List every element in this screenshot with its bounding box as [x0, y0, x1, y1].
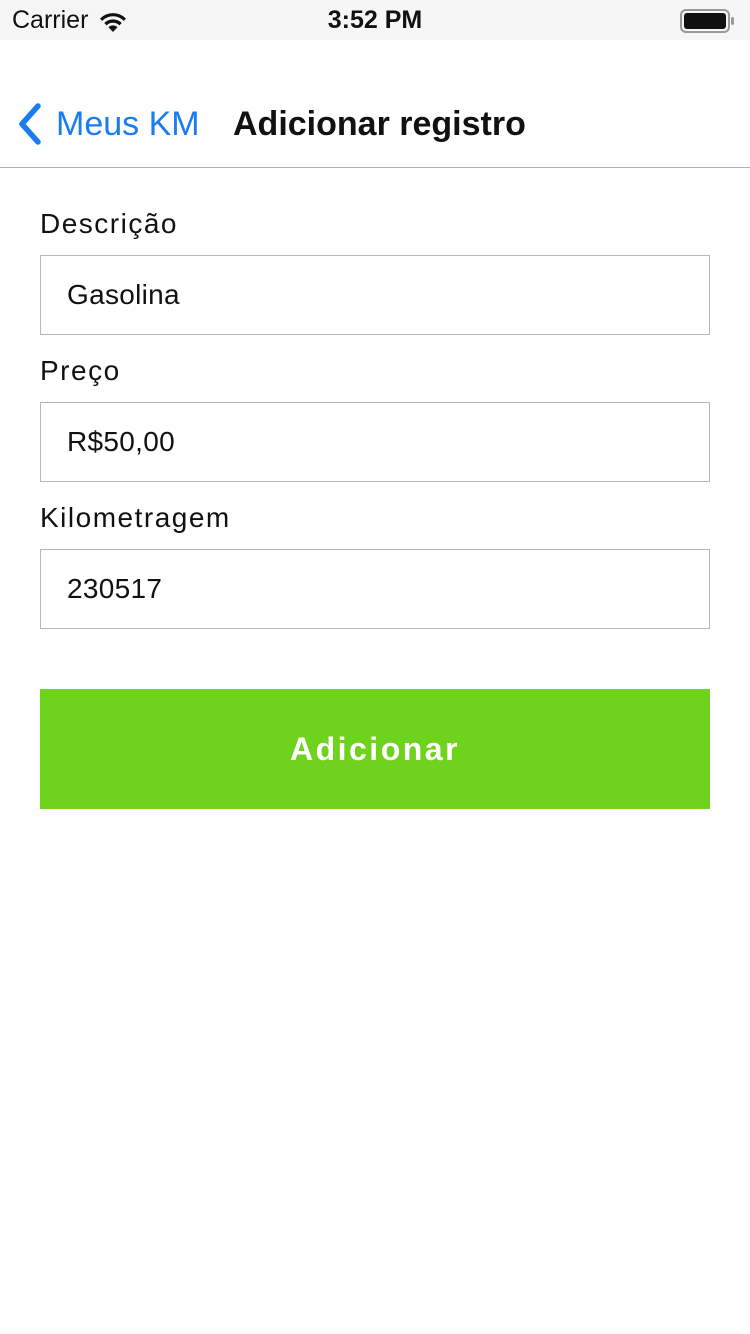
description-field[interactable]: Gasolina [40, 255, 710, 335]
chevron-left-icon [19, 103, 41, 145]
page-title: Adicionar registro [233, 105, 526, 143]
status-bar: Carrier 3:52 PM [0, 0, 750, 40]
mileage-value: 230517 [67, 573, 163, 604]
price-field[interactable]: R$50,00 [40, 402, 710, 482]
mileage-field[interactable]: 230517 [40, 549, 710, 629]
price-label: Preço [40, 355, 121, 386]
back-button-label: Meus KM [56, 105, 200, 143]
screen: Carrier 3:52 PM Meus KM Adicionar regist… [0, 0, 750, 1334]
description-value: Gasolina [67, 279, 180, 310]
navigation-bar: Meus KM Adicionar registro [0, 40, 750, 168]
back-button[interactable]: Meus KM [16, 102, 200, 146]
clock: 3:52 PM [327, 6, 423, 34]
price-value: R$50,00 [67, 426, 175, 457]
description-label: Descrição [40, 208, 178, 239]
add-button-label: Adicionar [289, 730, 461, 767]
add-button[interactable]: Adicionar [40, 689, 710, 809]
mileage-label: Kilometragem [40, 502, 231, 533]
battery-icon [680, 9, 734, 33]
